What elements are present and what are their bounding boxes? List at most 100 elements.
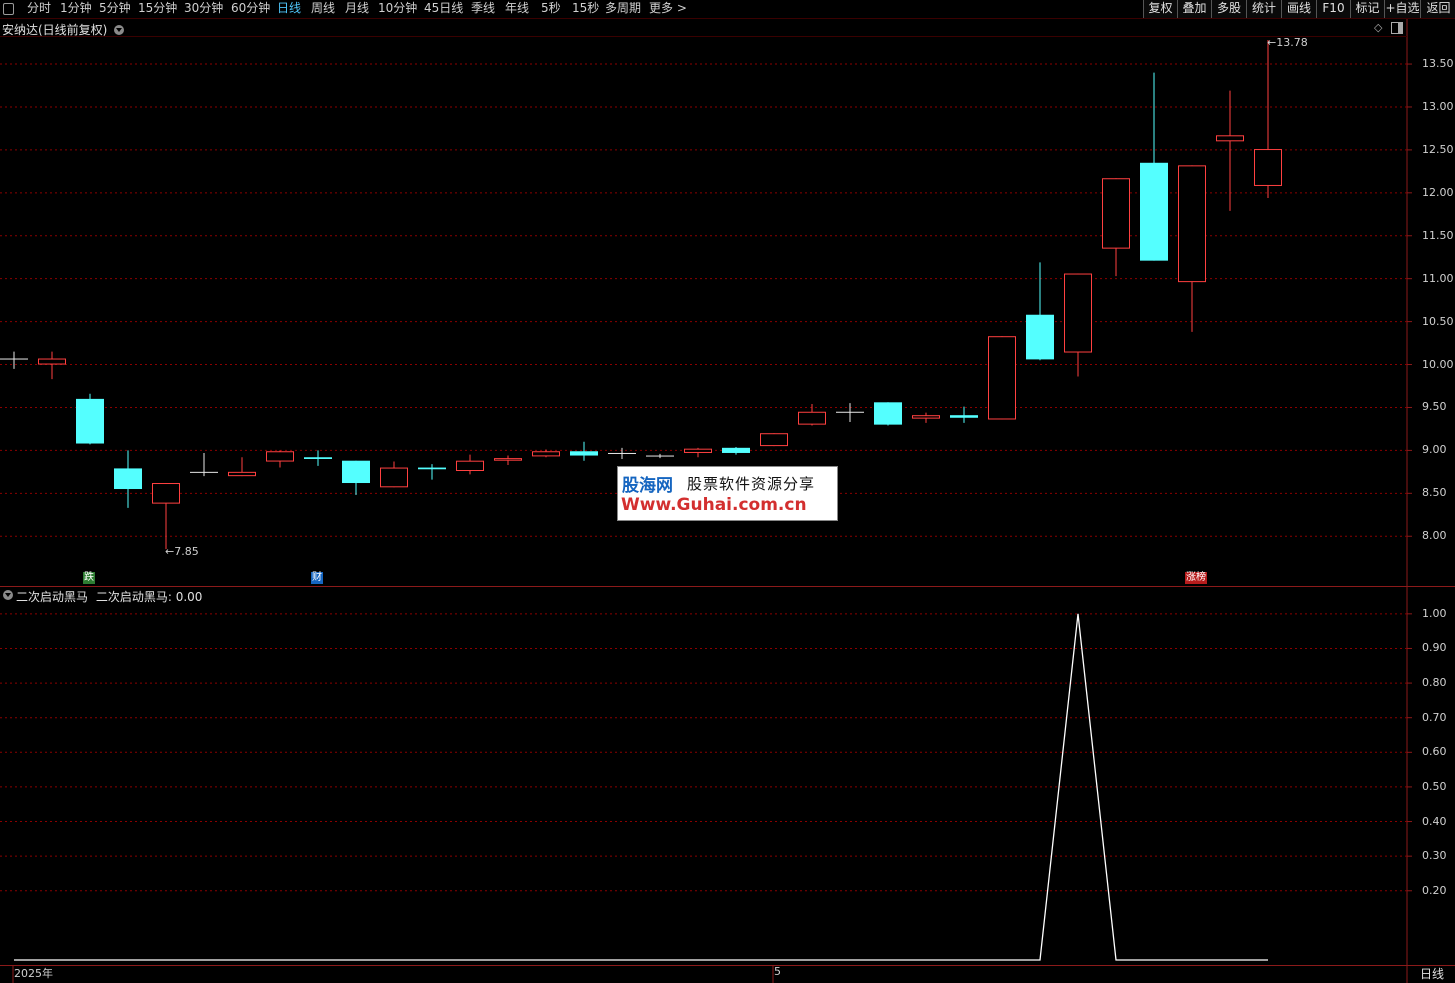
candle [684,447,712,458]
candle [1178,165,1206,332]
x-tick-label: 2025年 [14,967,53,980]
candle-body [1254,149,1282,186]
y-tick-label: 0.50 [1422,779,1447,793]
event-marker[interactable]: 财 [311,572,323,584]
y-tick-label: 13.50 [1422,57,1454,71]
chart-title: 安纳达(日线前复权) [2,21,125,38]
candle [114,450,142,508]
toolbar-button[interactable]: 复权 [1143,0,1177,18]
toolbar-button[interactable]: 返回 [1420,0,1455,18]
y-tick-label: 0.20 [1422,883,1447,897]
candle [912,412,940,423]
candle-body [76,398,104,444]
y-tick-label: 1.00 [1422,606,1447,620]
period-tab[interactable]: 30分钟 [184,1,223,15]
candle-body [798,411,826,425]
candle-body [836,411,864,413]
period-tab[interactable]: 60分钟 [231,1,270,15]
candle-body [646,455,674,457]
toolbar-button[interactable]: 多股 [1211,0,1246,18]
candle-body [912,415,940,419]
candle-body [1026,314,1054,360]
y-tick-label: 10.00 [1422,357,1454,371]
candle [646,453,674,459]
candle-body [266,451,294,462]
candle-body [722,447,750,453]
toolbar-button[interactable]: 标记 [1350,0,1384,18]
period-toolbar: 分时 1分钟 5分钟 15分钟 30分钟 60分钟 日线 周线 月线 10分钟 45日线 季线 年线 5秒… [0,0,1455,19]
candle-body [532,451,560,457]
y-tick-label: 12.50 [1422,142,1454,156]
candle [874,402,902,426]
candle-body [152,483,180,504]
chart-menu-icon[interactable] [114,25,125,35]
watermark-logo: 股海网 股票软件资源分享 Www.Guhai.com.cn [617,466,838,521]
candle [152,483,180,550]
candle-body [304,457,332,459]
y-tick-label: 0.90 [1422,641,1447,655]
candle [760,433,788,447]
candle-body [342,460,370,484]
candle-body [988,336,1016,420]
candle-body [760,433,788,447]
indicator-menu-icon[interactable] [3,590,13,600]
candle [1064,273,1092,377]
y-tick-label: 8.50 [1422,486,1447,500]
candle-body [1064,273,1092,353]
toolbar-button[interactable]: 画线 [1281,0,1316,18]
period-tab[interactable]: 5分钟 [99,1,131,15]
y-tick-label: 8.00 [1422,529,1447,543]
candle-body [608,452,636,454]
candle [38,351,66,380]
period-tab[interactable]: 5秒 [541,1,561,15]
period-tab[interactable]: 15分钟 [138,1,177,15]
candle-body [1178,165,1206,283]
period-tab[interactable]: 45日线 [424,1,463,15]
diamond-icon[interactable]: ◇ [1374,21,1382,34]
period-tab[interactable]: 更多 > [649,1,687,15]
indicator-series-line [14,613,1268,961]
stock-title: 安纳达(日线前复权) [2,23,108,37]
period-tab[interactable]: 1分钟 [60,1,92,15]
event-marker[interactable]: 涨榜 [1185,572,1207,584]
y-tick-label: 10.50 [1422,314,1454,328]
candle-body [494,458,522,461]
period-tab[interactable]: 周线 [311,1,335,15]
candle [950,406,978,423]
toolbar-button[interactable]: +自选 [1384,0,1420,18]
period-tab[interactable]: 15秒 [572,1,599,15]
toolbar-button[interactable]: 统计 [1246,0,1281,18]
candle-body [0,358,28,360]
period-tab[interactable]: 日线 [277,1,301,15]
candle [380,461,408,488]
y-tick-label: 0.70 [1422,710,1447,724]
y-tick-label: 9.00 [1422,443,1447,457]
candle [1026,262,1054,361]
period-tab[interactable]: 分时 [27,1,51,15]
period-indicator[interactable]: 日线 [1420,965,1444,982]
candle-body [38,358,66,365]
candle-body [684,448,712,453]
toolbar-button[interactable]: F10 [1316,0,1350,18]
candle [722,446,750,455]
period-tab[interactable]: 10分钟 [378,1,417,15]
low-price-annotation: ←7.85 [165,545,199,559]
y-tick-label: 0.80 [1422,676,1447,690]
event-marker[interactable]: 跌 [83,572,95,584]
candle-body [1140,162,1168,261]
panel-toggle-icon[interactable] [3,3,14,15]
period-tab[interactable]: 年线 [505,1,529,15]
candle-body [228,471,256,477]
period-tab[interactable]: 季线 [471,1,495,15]
y-tick-label: 0.40 [1422,814,1447,828]
candle-body [1216,135,1244,142]
period-tab[interactable]: 月线 [345,1,369,15]
y-tick-label: 11.50 [1422,228,1454,242]
candle [1140,72,1168,261]
window-toggle-icon[interactable] [1391,22,1403,34]
period-tab[interactable]: 多周期 [605,1,641,15]
toolbar-button[interactable]: 叠加 [1177,0,1211,18]
indicator-name: 二次启动黑马 [16,590,89,604]
indicator-value: 二次启动黑马: 0.00 [95,590,203,604]
candle [76,393,104,445]
